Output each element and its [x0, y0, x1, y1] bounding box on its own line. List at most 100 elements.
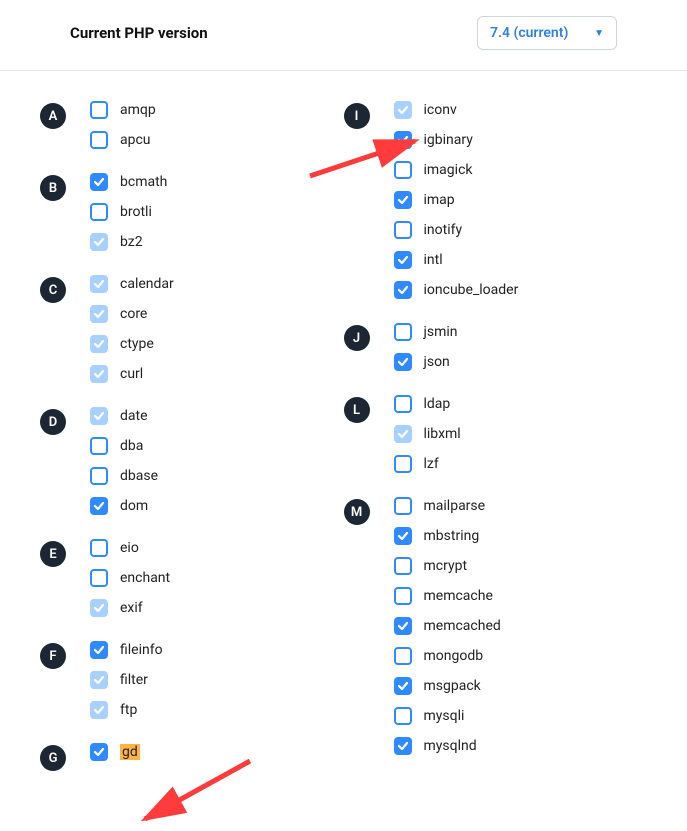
extension-label: json: [424, 354, 450, 370]
extension-label: iconv: [424, 102, 457, 118]
extension-row-enchant: enchant: [90, 569, 344, 587]
extension-row-jsmin: jsmin: [394, 323, 648, 341]
extension-checkbox[interactable]: [394, 587, 412, 605]
letter-badge: I: [344, 103, 370, 129]
extension-row-imap: imap: [394, 191, 648, 209]
extension-row-mongodb: mongodb: [394, 647, 648, 665]
extension-checkbox[interactable]: [394, 497, 412, 515]
extension-checkbox[interactable]: [394, 281, 412, 299]
extension-label: mongodb: [424, 648, 484, 664]
letter-badge: D: [40, 409, 66, 435]
extension-checkbox[interactable]: [394, 251, 412, 269]
extension-checkbox[interactable]: [90, 497, 108, 515]
extension-row-mysqli: mysqli: [394, 707, 648, 725]
extension-checkbox[interactable]: [90, 407, 108, 425]
letter-badge: J: [344, 325, 370, 351]
extension-row-bcmath: bcmath: [90, 173, 344, 191]
extension-checkbox[interactable]: [90, 101, 108, 119]
extension-row-memcache: memcache: [394, 587, 648, 605]
extension-label: imagick: [424, 162, 473, 178]
extension-label: bz2: [120, 234, 143, 250]
extension-row-eio: eio: [90, 539, 344, 557]
extension-label: bcmath: [120, 174, 167, 190]
extension-checkbox[interactable]: [394, 677, 412, 695]
extension-checkbox[interactable]: [90, 173, 108, 191]
extension-label: curl: [120, 366, 143, 382]
extension-label: ldap: [424, 396, 451, 412]
extension-checkbox[interactable]: [90, 335, 108, 353]
extension-checkbox[interactable]: [90, 365, 108, 383]
extension-row-mailparse: mailparse: [394, 497, 648, 515]
extension-checkbox[interactable]: [90, 275, 108, 293]
extension-row-amqp: amqp: [90, 101, 344, 119]
extension-checkbox[interactable]: [90, 437, 108, 455]
extension-checkbox[interactable]: [90, 539, 108, 557]
php-version-label: Current PHP version: [70, 24, 208, 42]
extension-row-core: core: [90, 305, 344, 323]
letter-group-a: Aamqpapcu: [40, 101, 344, 161]
letter-badge: A: [40, 103, 66, 129]
extension-checkbox[interactable]: [394, 617, 412, 635]
extension-row-dom: dom: [90, 497, 344, 515]
extension-checkbox[interactable]: [394, 161, 412, 179]
extension-label: filter: [120, 672, 148, 688]
extension-label: memcache: [424, 588, 493, 604]
extension-label: enchant: [120, 570, 170, 586]
extension-label: intl: [424, 252, 443, 268]
extension-label: dbase: [120, 468, 158, 484]
extension-label: brotli: [120, 204, 152, 220]
extension-checkbox[interactable]: [90, 743, 108, 761]
extension-checkbox[interactable]: [394, 647, 412, 665]
extension-row-fileinfo: fileinfo: [90, 641, 344, 659]
extension-row-ioncube_loader: ioncube_loader: [394, 281, 648, 299]
extension-label: imap: [424, 192, 455, 208]
extension-checkbox[interactable]: [90, 641, 108, 659]
extension-row-gd: gd: [90, 743, 344, 761]
extension-checkbox[interactable]: [394, 131, 412, 149]
letter-badge: L: [344, 397, 370, 423]
extension-label: fileinfo: [120, 642, 163, 658]
extension-row-mcrypt: mcrypt: [394, 557, 648, 575]
extension-checkbox[interactable]: [90, 701, 108, 719]
left-column: AamqpapcuBbcmathbrotlibz2Ccalendarcorect…: [40, 101, 344, 785]
extension-checkbox[interactable]: [394, 101, 412, 119]
extension-row-curl: curl: [90, 365, 344, 383]
group-items: datedbadbasedom: [90, 407, 344, 527]
php-version-dropdown[interactable]: 7.4 (current) ▼: [477, 16, 617, 50]
chevron-down-icon: ▼: [594, 28, 604, 39]
extension-checkbox[interactable]: [394, 527, 412, 545]
extension-checkbox[interactable]: [394, 425, 412, 443]
letter-badge: B: [40, 175, 66, 201]
extension-label: gd: [120, 744, 140, 760]
group-items: mailparsembstringmcryptmemcachememcached…: [394, 497, 648, 767]
extension-row-ctype: ctype: [90, 335, 344, 353]
extension-checkbox[interactable]: [394, 557, 412, 575]
extension-label: exif: [120, 600, 143, 616]
extension-checkbox[interactable]: [90, 305, 108, 323]
extension-checkbox[interactable]: [394, 323, 412, 341]
extension-checkbox[interactable]: [394, 191, 412, 209]
extension-checkbox[interactable]: [394, 455, 412, 473]
extension-row-iconv: iconv: [394, 101, 648, 119]
extension-checkbox[interactable]: [394, 737, 412, 755]
letter-group-j: Jjsmin json: [344, 323, 648, 383]
extension-checkbox[interactable]: [90, 233, 108, 251]
extension-row-lzf: lzf: [394, 455, 648, 473]
letter-group-f: Ffileinfofilterftp: [40, 641, 344, 731]
extension-checkbox[interactable]: [394, 395, 412, 413]
extension-checkbox[interactable]: [90, 671, 108, 689]
extension-checkbox[interactable]: [394, 221, 412, 239]
extension-label: memcached: [424, 618, 501, 634]
extension-row-brotli: brotli: [90, 203, 344, 221]
extension-checkbox[interactable]: [90, 467, 108, 485]
extension-row-ldap: ldap: [394, 395, 648, 413]
group-items: gd: [90, 743, 344, 773]
extension-checkbox[interactable]: [90, 131, 108, 149]
extension-checkbox[interactable]: [394, 353, 412, 371]
extension-checkbox[interactable]: [90, 203, 108, 221]
extension-row-json: json: [394, 353, 648, 371]
extension-row-filter: filter: [90, 671, 344, 689]
extension-checkbox[interactable]: [90, 569, 108, 587]
extension-checkbox[interactable]: [90, 599, 108, 617]
extension-checkbox[interactable]: [394, 707, 412, 725]
